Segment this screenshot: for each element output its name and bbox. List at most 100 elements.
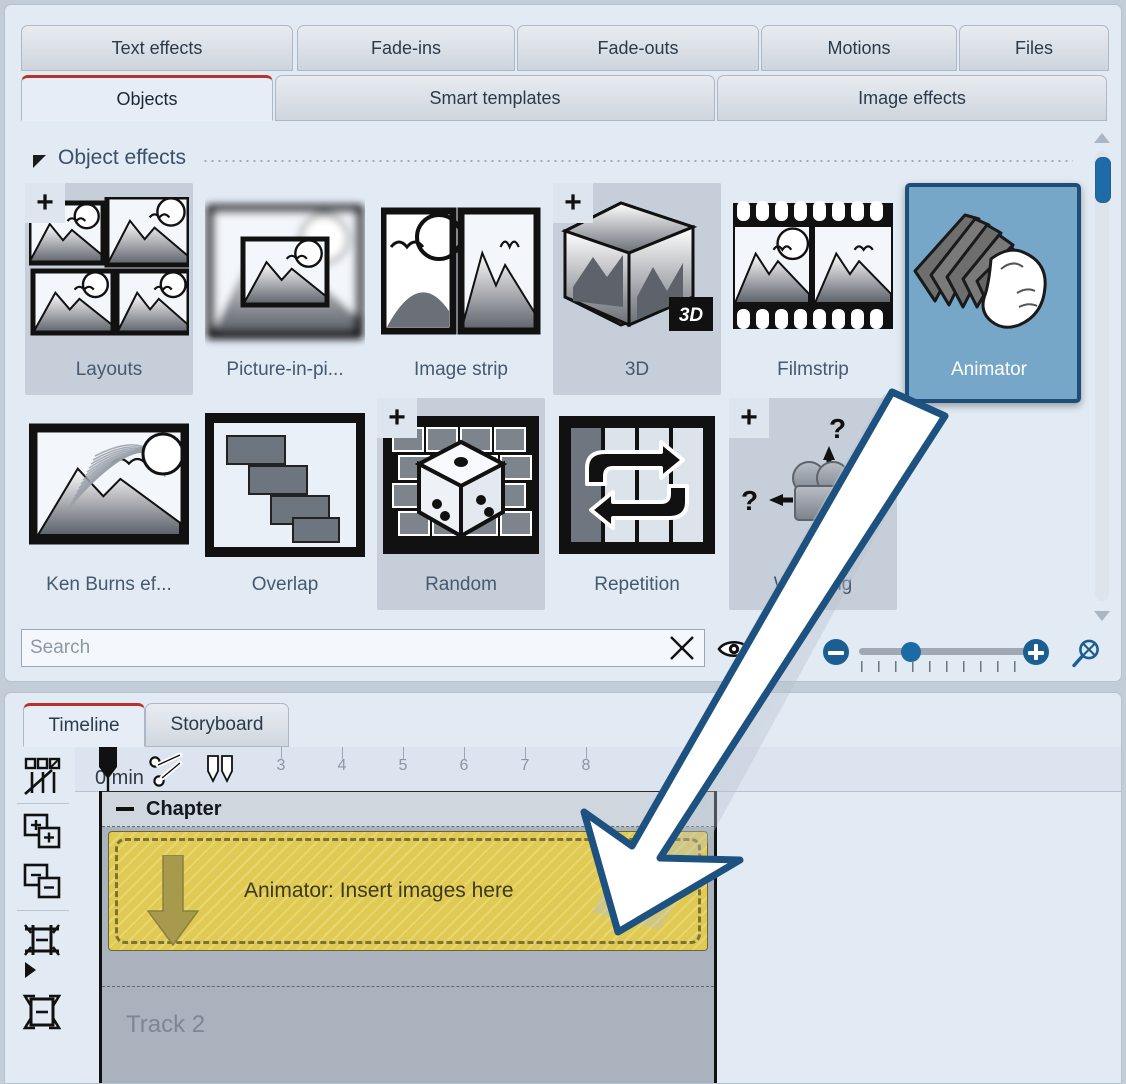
fit-all-icon[interactable] <box>19 989 65 1035</box>
effect-tile-label: Picture-in-pi... <box>199 359 371 381</box>
ruler-tick-label: 3 <box>277 757 286 775</box>
zoom-slider-ticks <box>861 661 1031 675</box>
chapter-row[interactable]: Chapter <box>102 791 714 827</box>
chapter-label: Chapter <box>146 798 222 821</box>
toolbar-divider <box>17 803 69 804</box>
zoom-out-button[interactable] <box>823 639 849 665</box>
timeline-tab-storyboard[interactable]: Storyboard <box>145 703 289 747</box>
ruler-tick-label: 4 <box>338 757 347 775</box>
scroll-down-arrow-icon[interactable] <box>1094 611 1110 621</box>
animator-dropzone[interactable]: Animator: Insert images here <box>108 831 708 951</box>
tab-motions[interactable]: Motions <box>761 25 957 71</box>
playhead-icon[interactable] <box>95 747 121 789</box>
app-root: Text effects Fade-ins Fade-outs Motions File… <box>0 0 1126 1080</box>
section-title: Object effects <box>58 146 186 170</box>
ruler-tick-label: 7 <box>521 757 530 775</box>
add-plus-icon[interactable]: + <box>729 398 769 438</box>
scrollbar-thumb[interactable] <box>1095 157 1111 203</box>
timeline-ruler[interactable]: 0 min <box>75 747 1121 792</box>
tab-image-effects[interactable]: Image effects <box>717 75 1107 121</box>
dropzone-label: Animator: Insert images here <box>244 879 514 903</box>
effects-panel: Text effects Fade-ins Fade-outs Motions File… <box>4 4 1122 682</box>
triangle-collapse-icon[interactable] <box>33 155 46 168</box>
zoom-in-button[interactable] <box>1023 639 1049 665</box>
ken-burns-icon <box>29 412 189 562</box>
tab-label: Motions <box>827 38 890 59</box>
effect-tile-3d[interactable]: 3D+3D <box>551 183 723 395</box>
tab-fade-outs[interactable]: Fade-outs <box>517 25 759 71</box>
tab-label: Files <box>1015 38 1053 59</box>
zoom-slider-track[interactable] <box>859 648 1031 655</box>
scissors-icon[interactable] <box>147 753 187 794</box>
ruler-tick-label: 8 <box>582 757 591 775</box>
effects-scrollbar[interactable] <box>1091 129 1113 623</box>
add-plus-icon[interactable]: + <box>25 183 65 223</box>
top-tab-row-secondary: Objects Smart templates Image effects <box>5 75 1121 121</box>
filmstrip-icon <box>733 197 893 347</box>
add-plus-icon[interactable]: + <box>377 398 417 438</box>
effect-tile-label: Random <box>375 574 547 596</box>
remove-track-icon[interactable] <box>19 859 65 905</box>
animator-flipbook-icon <box>909 197 1069 347</box>
effect-tile-watching[interactable]: ? ? + Watching <box>727 398 899 610</box>
search-field[interactable] <box>21 629 705 667</box>
timeline-tracks: Chapter Animator: Insert images here Tra… <box>99 791 717 1083</box>
effect-tile-image-strip[interactable]: Image strip <box>375 183 547 395</box>
expand-arrow-icon[interactable] <box>19 959 65 981</box>
tab-fade-ins[interactable]: Fade-ins <box>297 25 515 71</box>
split-frames-icon[interactable] <box>19 753 65 799</box>
eye-icon[interactable] <box>717 638 751 660</box>
effect-tile-label: Image strip <box>375 359 547 381</box>
effect-tile-picture-in-pi[interactable]: Picture-in-pi... <box>199 183 371 395</box>
effect-tile-filmstrip[interactable]: Filmstrip <box>727 183 899 395</box>
toolbar-divider-2 <box>17 910 69 911</box>
scroll-up-arrow-icon[interactable] <box>1094 133 1110 143</box>
svg-text:?: ? <box>829 413 846 444</box>
effect-tile-animator[interactable]: Animator <box>903 183 1075 395</box>
effect-tile-label: Animator <box>903 359 1075 381</box>
timeline-tab-timeline[interactable]: Timeline <box>23 703 145 747</box>
tab-label: Objects <box>116 89 177 110</box>
effect-tile-label: 3D <box>551 359 723 381</box>
close-x-icon[interactable] <box>660 630 704 666</box>
effects-grid: + Layouts Picture-in-pi... <box>23 183 1081 613</box>
effect-tile-label: Watching <box>727 574 899 596</box>
tab-files[interactable]: Files <box>959 25 1109 71</box>
svg-text:?: ? <box>741 485 758 516</box>
top-tab-row-primary: Text effects Fade-ins Fade-outs Motions File… <box>5 25 1121 71</box>
down-arrow-icon <box>144 855 202 947</box>
tab-text-effects[interactable]: Text effects <box>21 25 293 71</box>
scrollbar-track[interactable] <box>1095 151 1109 601</box>
tab-objects[interactable]: Objects <box>21 75 273 121</box>
search-input[interactable] <box>22 636 660 660</box>
collapse-minus-icon[interactable] <box>116 807 134 811</box>
repetition-icon <box>557 412 717 562</box>
add-plus-icon[interactable]: + <box>553 183 593 223</box>
split-marker-icon[interactable] <box>203 753 237 792</box>
effect-tile-ken-burns-ef[interactable]: Ken Burns ef... <box>23 398 195 610</box>
effect-tile-random[interactable]: + Random <box>375 398 547 610</box>
picture-in-picture-icon <box>205 197 365 347</box>
track-2-label: Track 2 <box>126 1011 205 1039</box>
header-dotted-rule <box>202 160 1073 162</box>
add-track-icon[interactable] <box>19 809 65 855</box>
zoom-slider-thumb[interactable] <box>901 642 921 662</box>
effect-tile-label: Overlap <box>199 574 371 596</box>
fit-height-icon[interactable] <box>19 917 65 963</box>
tab-label: Image effects <box>858 88 966 109</box>
effect-tile-layouts[interactable]: + Layouts <box>23 183 195 395</box>
zoom-control <box>817 631 1061 673</box>
zoom-reset-icon[interactable] <box>1069 637 1103 671</box>
dropzone-inner: Animator: Insert images here <box>115 838 701 944</box>
image-strip-icon <box>381 197 541 347</box>
effect-tile-repetition[interactable]: Repetition <box>551 398 723 610</box>
tab-smart-templates[interactable]: Smart templates <box>275 75 715 121</box>
effect-tile-overlap[interactable]: Overlap <box>199 398 371 610</box>
tab-label: Smart templates <box>429 88 560 109</box>
effect-tile-label: Ken Burns ef... <box>23 574 195 596</box>
tab-label: Fade-ins <box>371 38 441 59</box>
track-2[interactable]: Track 2 <box>102 986 714 1077</box>
timeline-body: 0 min <box>75 747 1121 1083</box>
search-toolbar <box>5 621 1121 677</box>
effect-tile-label: Layouts <box>23 359 195 381</box>
